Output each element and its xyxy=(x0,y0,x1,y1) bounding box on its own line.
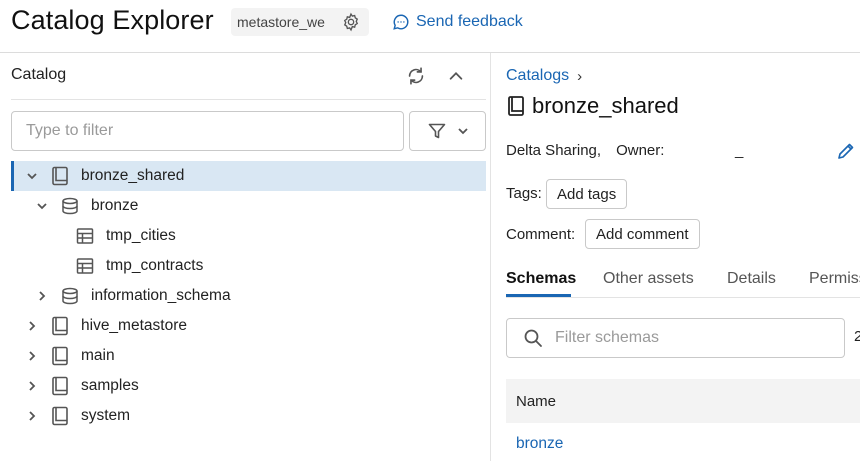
search-icon xyxy=(524,329,542,347)
chevron-right-icon[interactable] xyxy=(35,289,49,303)
book-icon xyxy=(50,406,70,426)
add-tags-button[interactable]: Add tags xyxy=(546,179,628,209)
filter-dropdown-button[interactable] xyxy=(409,111,486,151)
schema-filter-input[interactable] xyxy=(553,328,837,348)
tree-item-label: information_schema xyxy=(91,287,231,304)
tree-item-main[interactable]: main xyxy=(11,341,486,371)
chevron-right-icon[interactable] xyxy=(25,319,39,333)
breadcrumb: Catalogs › xyxy=(506,67,582,85)
book-icon xyxy=(50,316,70,336)
chevron-down-icon xyxy=(457,128,468,135)
tree-item-hive-metastore[interactable]: hive_metastore xyxy=(11,311,486,341)
chevron-right-icon[interactable] xyxy=(25,409,39,423)
database-icon xyxy=(60,196,80,216)
catalog-filter-input[interactable] xyxy=(11,111,404,151)
tree-item-system[interactable]: system xyxy=(11,401,486,431)
chat-bubble-icon xyxy=(393,14,409,30)
tree-item-information-schema[interactable]: information_schema xyxy=(11,281,486,311)
tree-item-samples[interactable]: samples xyxy=(11,371,486,401)
chevron-right-icon[interactable] xyxy=(25,379,39,393)
schema-link[interactable]: bronze xyxy=(516,435,563,453)
tags-label: Tags: xyxy=(506,185,542,202)
metastore-selector[interactable]: metastore_we xyxy=(231,8,369,36)
tree-item-tmp-contracts[interactable]: tmp_contracts xyxy=(11,251,486,281)
tab-other-assets[interactable]: Other assets xyxy=(603,270,694,288)
table-icon xyxy=(75,226,95,246)
tree-item-label: main xyxy=(81,347,115,364)
owner-label: Owner: xyxy=(616,142,665,159)
book-icon xyxy=(50,346,70,366)
schema-filter[interactable] xyxy=(506,318,845,358)
metastore-label: metastore_we xyxy=(237,14,325,30)
pencil-icon[interactable] xyxy=(836,141,856,161)
tab-details[interactable]: Details xyxy=(727,270,776,288)
book-icon xyxy=(50,376,70,396)
chevron-up-icon[interactable] xyxy=(444,64,468,88)
refresh-icon[interactable] xyxy=(404,64,428,88)
tree-item-label: samples xyxy=(81,377,139,394)
comment-label: Comment: xyxy=(506,226,576,243)
catalog-name: bronze_shared xyxy=(532,93,679,118)
tree-item-bronze-shared[interactable]: bronze_shared xyxy=(11,161,486,191)
tab-permissions[interactable]: Permiss xyxy=(809,270,860,288)
send-feedback-link[interactable]: Send feedback xyxy=(392,13,523,31)
tree-item-label: bronze xyxy=(91,197,139,214)
add-comment-button[interactable]: Add comment xyxy=(585,219,700,249)
breadcrumb-catalogs-link[interactable]: Catalogs xyxy=(506,67,569,85)
catalog-header-divider xyxy=(11,99,486,100)
tree-item-label: system xyxy=(81,407,131,424)
schema-count: 2 xyxy=(854,328,860,345)
tree-item-tmp-cities[interactable]: tmp_cities xyxy=(11,221,486,251)
active-tab-indicator xyxy=(506,294,571,297)
breadcrumb-separator: › xyxy=(577,67,583,85)
table-header: Name xyxy=(506,379,860,423)
tabs-divider xyxy=(506,297,860,298)
tree-item-label: bronze_shared xyxy=(81,167,185,184)
tree-item-label: tmp_cities xyxy=(106,227,176,244)
chevron-right-icon[interactable] xyxy=(25,349,39,363)
header-divider xyxy=(0,52,860,53)
app-title: Catalog Explorer xyxy=(11,5,214,35)
tab-schemas[interactable]: Schemas xyxy=(506,270,576,288)
catalog-type: Delta Sharing, xyxy=(506,142,602,159)
catalog-panel-title: Catalog xyxy=(11,66,67,83)
chevron-down-icon[interactable] xyxy=(35,199,49,213)
owner-value: _ xyxy=(735,142,744,159)
catalog-meta: Delta Sharing, Owner: xyxy=(506,142,664,159)
panel-divider[interactable] xyxy=(490,53,491,461)
table-icon xyxy=(75,256,95,276)
database-icon xyxy=(60,286,80,306)
book-icon xyxy=(508,96,524,116)
tree-item-label: hive_metastore xyxy=(81,317,187,334)
tree-item-bronze[interactable]: bronze xyxy=(11,191,486,221)
tree-item-label: tmp_contracts xyxy=(106,257,204,274)
chevron-down-icon[interactable] xyxy=(25,169,39,183)
send-feedback-label: Send feedback xyxy=(416,13,523,30)
filter-icon xyxy=(428,123,445,139)
book-icon xyxy=(50,166,70,186)
gear-icon[interactable] xyxy=(341,12,361,32)
column-header-name[interactable]: Name xyxy=(516,393,556,410)
page-title: bronze_shared xyxy=(506,93,679,119)
